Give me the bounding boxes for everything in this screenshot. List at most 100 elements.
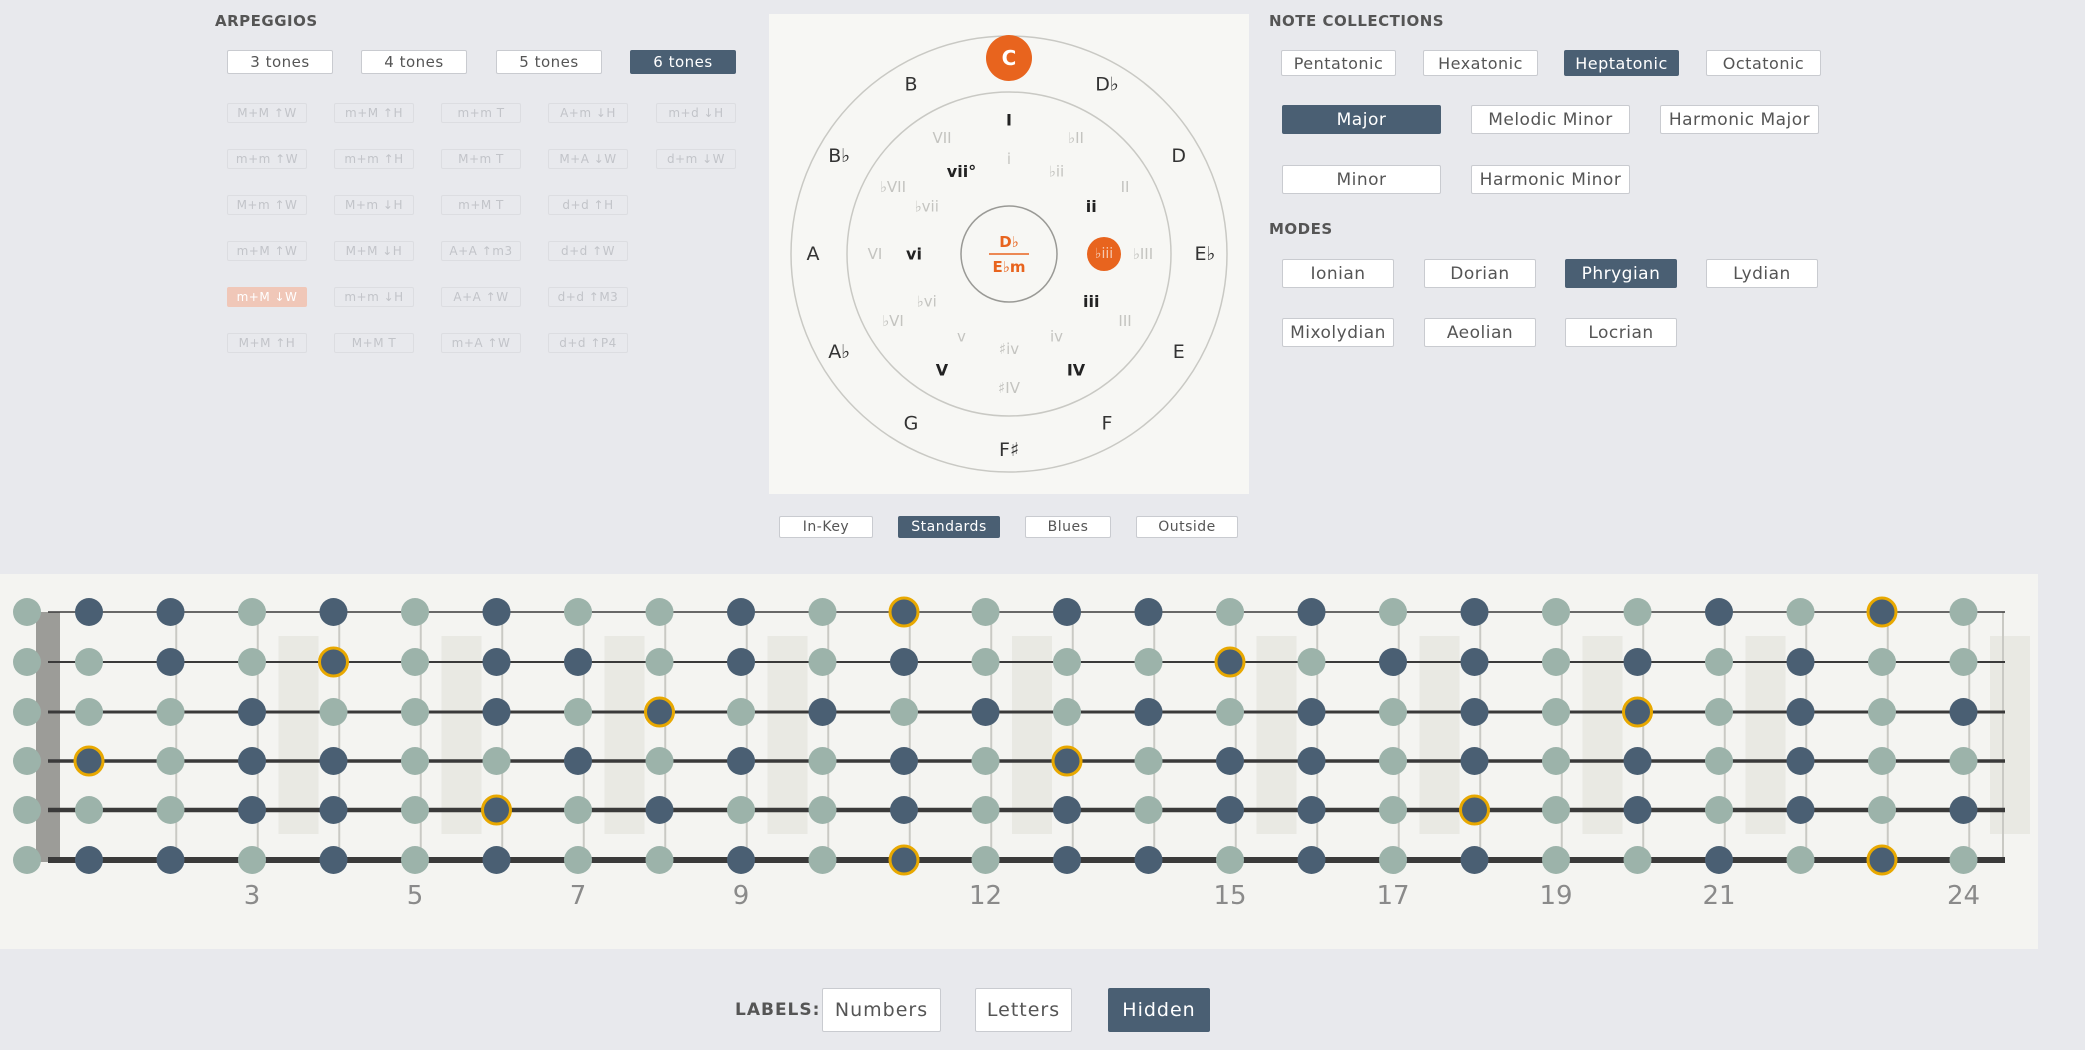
note-dot[interactable] [1216,846,1244,874]
note-dot[interactable] [75,598,103,626]
note-dot[interactable] [971,648,1000,676]
note-dot[interactable] [1134,796,1163,824]
note-dot[interactable] [808,846,837,874]
note-dot[interactable] [727,846,755,874]
note-dot[interactable] [808,598,837,626]
note-dot[interactable] [1705,747,1733,775]
note-dot[interactable] [564,846,592,874]
note-dot[interactable] [890,747,918,775]
note-dot[interactable] [75,846,103,874]
note-dot[interactable] [727,698,755,726]
mode-locrian-button[interactable]: Locrian [1565,318,1677,347]
note-dot[interactable] [75,796,103,824]
note-dot[interactable] [1053,846,1081,874]
note-dot[interactable] [13,598,41,626]
note-dot[interactable] [401,846,429,874]
note-dot[interactable] [564,796,592,824]
note-dot[interactable] [727,747,755,775]
note-dot[interactable] [1705,698,1733,726]
arpeggio-option[interactable]: M+m T [441,149,521,169]
note-dot[interactable] [482,698,511,726]
note-dot[interactable] [1949,698,1978,726]
major-button[interactable]: Major [1282,105,1441,134]
note-dot[interactable] [890,698,918,726]
note-dot[interactable] [971,846,1000,874]
note-dot[interactable] [808,747,837,775]
note-dot[interactable] [727,598,755,626]
arpeggio-option[interactable]: M+M ↓H [334,241,414,261]
note-dot[interactable] [1134,598,1163,626]
note-dot[interactable] [1623,648,1652,676]
root-note-dot[interactable] [73,745,105,777]
note-dot[interactable] [1786,796,1815,824]
note-dot[interactable] [401,796,429,824]
arpeggio-option[interactable]: M+m ↓H [334,195,414,215]
note-dot[interactable] [808,698,837,726]
pentatonic-button[interactable]: Pentatonic [1281,50,1396,76]
note-dot[interactable] [319,747,348,775]
note-dot[interactable] [1623,747,1652,775]
octatonic-button[interactable]: Octatonic [1706,50,1821,76]
note-dot[interactable] [564,698,592,726]
note-dot[interactable] [1868,747,1896,775]
mode-ionian-button[interactable]: Ionian [1282,259,1394,288]
note-dot[interactable] [1623,796,1652,824]
note-dot[interactable] [645,747,674,775]
note-dot[interactable] [319,598,348,626]
note-dot[interactable] [482,598,511,626]
note-dot[interactable] [1216,747,1244,775]
root-note-dot[interactable] [888,844,920,876]
note-dot[interactable] [1379,648,1407,676]
note-dot[interactable] [1460,648,1489,676]
note-dot[interactable] [75,698,103,726]
note-dot[interactable] [971,598,1000,626]
note-dot[interactable] [75,648,103,676]
note-dot[interactable] [1216,598,1244,626]
note-dot[interactable] [1053,648,1081,676]
melodic-minor-button[interactable]: Melodic Minor [1471,105,1630,134]
note-dot[interactable] [1460,747,1489,775]
arpeggio-option[interactable]: d+d ↑P4 [548,333,628,353]
tones-4-button[interactable]: 4 tones [361,50,467,74]
note-dot[interactable] [1460,698,1489,726]
arpeggio-option[interactable]: m+M ↑W [227,241,307,261]
root-note-dot[interactable] [1866,596,1898,628]
note-dot[interactable] [156,846,185,874]
note-dot[interactable] [727,648,755,676]
root-note-dot[interactable] [481,794,512,826]
heptatonic-button[interactable]: Heptatonic [1564,50,1679,76]
note-dot[interactable] [238,747,266,775]
note-dot[interactable] [1786,648,1815,676]
labels-letters-button[interactable]: Letters [975,988,1072,1032]
note-dot[interactable] [482,648,511,676]
note-dot[interactable] [1949,796,1978,824]
note-dot[interactable] [13,846,41,874]
labels-numbers-button[interactable]: Numbers [822,988,941,1032]
arpeggio-option[interactable]: A+A ↑m3 [441,241,521,261]
arpeggio-option[interactable]: d+d ↑M3 [548,287,628,307]
note-dot[interactable] [645,796,674,824]
note-dot[interactable] [1542,698,1570,726]
minor-button[interactable]: Minor [1282,165,1441,194]
tab-blues[interactable]: Blues [1025,516,1111,538]
note-dot[interactable] [971,698,1000,726]
tones-6-button[interactable]: 6 tones [630,50,736,74]
mode-mixolydian-button[interactable]: Mixolydian [1282,318,1394,347]
note-dot[interactable] [1705,598,1733,626]
note-dot[interactable] [1134,747,1163,775]
arpeggio-option[interactable]: m+m T [441,103,521,123]
note-dot[interactable] [401,598,429,626]
note-dot[interactable] [1542,747,1570,775]
note-dot[interactable] [238,698,266,726]
note-dot[interactable] [319,698,348,726]
note-dot[interactable] [401,648,429,676]
tones-5-button[interactable]: 5 tones [496,50,602,74]
note-dot[interactable] [156,796,185,824]
note-dot[interactable] [13,747,41,775]
tab-standards[interactable]: Standards [898,516,1000,538]
harmonic-major-button[interactable]: Harmonic Major [1660,105,1819,134]
note-dot[interactable] [1379,598,1407,626]
note-dot[interactable] [1623,598,1652,626]
note-dot[interactable] [1786,698,1815,726]
arpeggio-option[interactable]: A+m ↓H [548,103,628,123]
